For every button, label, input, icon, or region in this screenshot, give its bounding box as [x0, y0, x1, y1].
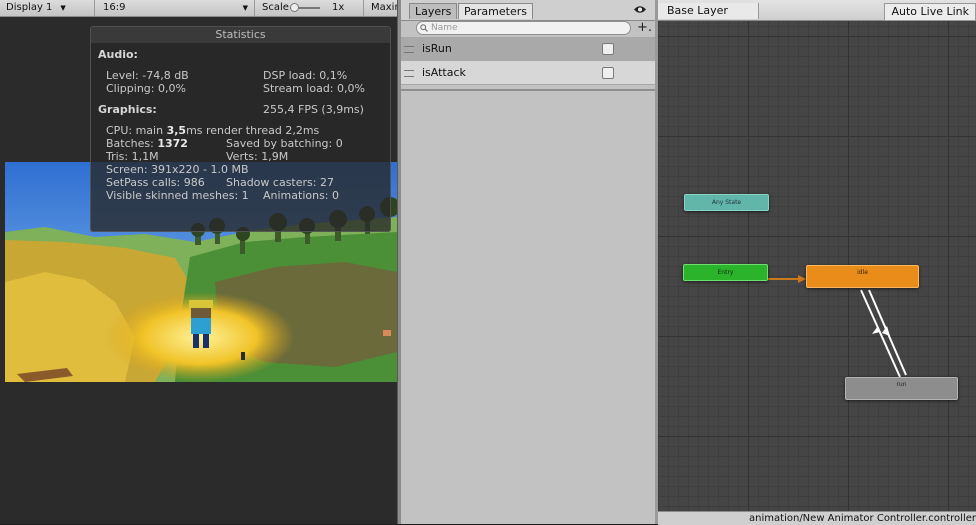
chevron-down-icon: ▼ [60, 4, 66, 12]
parameter-bool-checkbox[interactable] [602, 67, 614, 79]
any-state-node[interactable]: Any State [684, 194, 769, 211]
chevron-down-icon: ▼ [242, 4, 248, 12]
run-state-node[interactable]: run [845, 377, 958, 400]
clipping: Clipping: 0,0% [106, 82, 186, 95]
animator-parameters-panel: Layers Parameters Name +. isRun isAttack [401, 0, 656, 524]
search-icon [420, 24, 428, 32]
aspect-label: 16:9 [103, 2, 126, 13]
auto-live-link-toggle[interactable]: Auto Live Link [884, 3, 976, 21]
game-toolbar: Display 1 ▼ 16:9 ▼ Scale 1x Maxin [0, 0, 401, 17]
arrow-head-icon [872, 326, 880, 334]
idle-to-run-transition[interactable] [860, 289, 901, 378]
shadow-casters: Shadow casters: 27 [226, 176, 334, 189]
transition-arrows [768, 275, 907, 378]
audio-header: Audio: [98, 48, 138, 61]
parameter-row[interactable]: isAttack [401, 61, 656, 85]
eye-icon[interactable] [634, 5, 646, 14]
graphics-header: Graphics: [98, 103, 157, 116]
display-label: Display 1 [6, 2, 53, 13]
animations-count: Animations: 0 [263, 189, 340, 202]
stream-load: Stream load: 0,0% [263, 82, 365, 95]
parameter-bool-checkbox[interactable] [602, 43, 614, 55]
parameter-name: isRun [422, 42, 452, 55]
scale-slider[interactable] [290, 3, 320, 12]
tab-layers[interactable]: Layers [409, 3, 458, 19]
animator-graph[interactable]: Base Layer Auto Live Link Any State Entr… [658, 0, 976, 525]
cpu-main-value: 3,5 [166, 124, 187, 137]
skinned-meshes: Visible skinned meshes: 1 [106, 189, 249, 202]
drag-handle-icon[interactable] [404, 46, 414, 53]
scale-value: 1x [332, 2, 345, 13]
scale-slider-handle[interactable] [290, 3, 299, 12]
batches-stats: Batches: 1372 [106, 137, 188, 150]
statistics-panel: Statistics Audio: Level: -74,8 dB DSP lo… [90, 26, 391, 232]
tab-parameters[interactable]: Parameters [458, 3, 533, 19]
arrow-head-icon [798, 275, 806, 283]
search-placeholder: Name [431, 23, 458, 33]
batches-value: 1372 [157, 137, 188, 150]
display-dropdown[interactable]: Display 1 ▼ [0, 0, 95, 16]
saved-by-batching: Saved by batching: 0 [226, 137, 343, 150]
add-parameter-button[interactable]: +. [637, 21, 652, 35]
batches-prefix: Batches: [106, 137, 158, 150]
drag-handle-icon[interactable] [404, 70, 414, 77]
audio-level: Level: -74,8 dB [106, 69, 189, 82]
parameter-row[interactable]: isRun [401, 37, 656, 61]
parameter-search-input[interactable]: Name [416, 21, 631, 35]
parameter-name: isAttack [422, 66, 466, 79]
cpu-suffix: ms render thread 2,2ms [186, 124, 320, 137]
animator-tab-bar: Layers Parameters [401, 0, 656, 21]
setpass-calls: SetPass calls: 986 [106, 176, 205, 189]
game-view: Display 1 ▼ 16:9 ▼ Scale 1x Maxin Statis… [0, 0, 401, 524]
screen-stats: Screen: 391x220 - 1.0 MB [106, 163, 249, 176]
scale-label: Scale [262, 2, 289, 13]
controller-path: animation/New Animator Controller.contro… [658, 511, 976, 525]
idle-state-node[interactable]: idle [806, 265, 919, 288]
fps: 255,4 FPS (3,9ms) [263, 103, 364, 116]
arrow-head-icon [882, 326, 890, 336]
cpu-stats: CPU: main 3,5ms render thread 2,2ms [106, 124, 319, 137]
tris: Tris: 1,1M [106, 150, 159, 163]
verts: Verts: 1,9M [226, 150, 289, 163]
graph-toolbar: Base Layer Auto Live Link [658, 0, 976, 21]
aspect-dropdown[interactable]: 16:9 ▼ [97, 0, 255, 16]
cpu-prefix: CPU: main [106, 124, 167, 137]
breadcrumb-base-layer[interactable]: Base Layer [658, 3, 759, 19]
entry-node[interactable]: Entry [683, 264, 768, 281]
dsp-load: DSP load: 0,1% [263, 69, 348, 82]
divider [401, 89, 656, 91]
statistics-title: Statistics [91, 27, 390, 43]
scale-control: Scale 1x [256, 0, 364, 16]
